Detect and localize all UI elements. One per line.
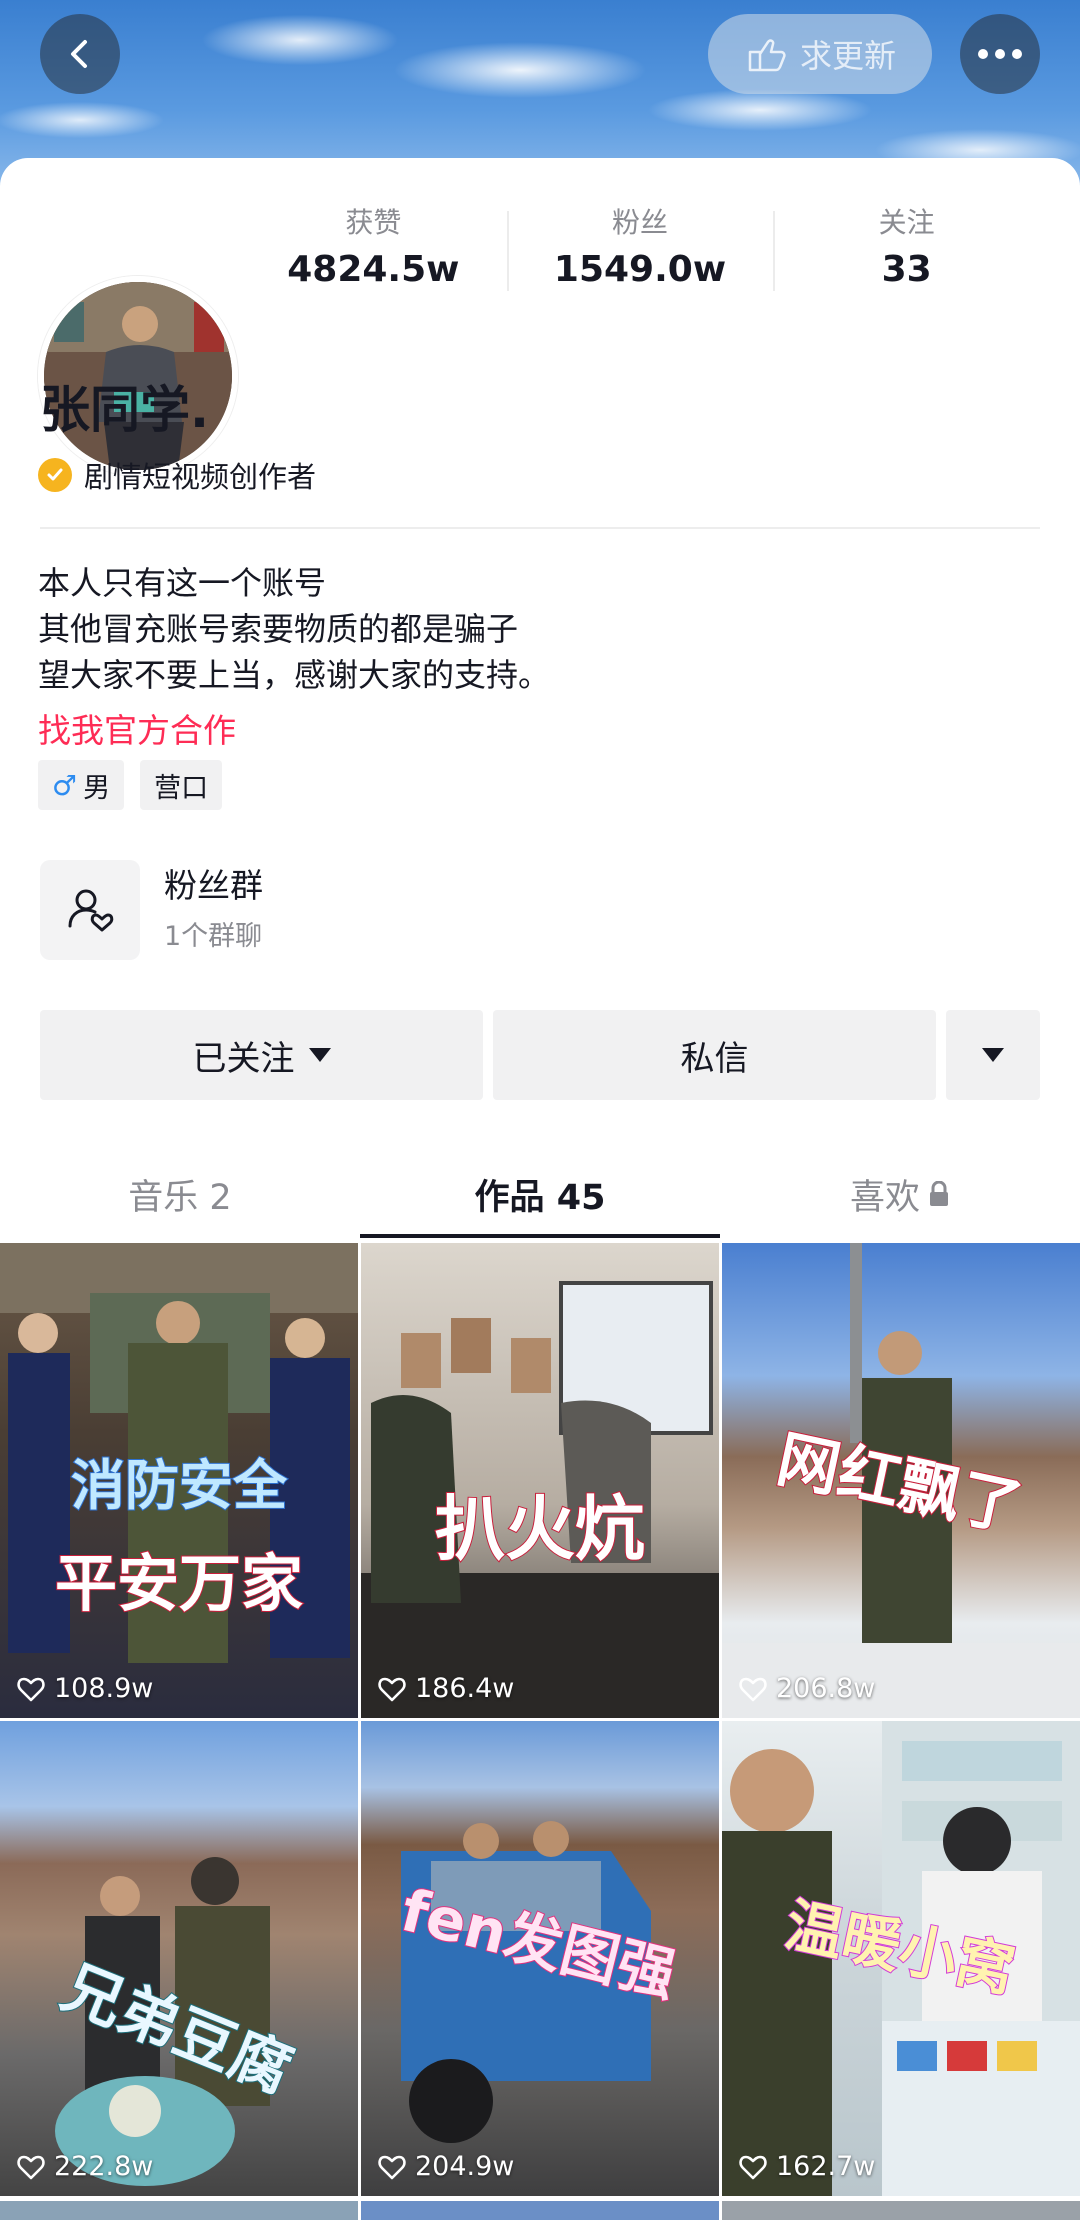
video-caption: 扒火炕 (434, 1487, 646, 1571)
location-tag: 营口 (140, 760, 223, 810)
verified-check-icon (38, 458, 72, 492)
tab-label: 喜欢 (849, 1177, 920, 1218)
official-cooperation-link[interactable]: 找我官方合作 (38, 704, 236, 752)
video-thumbnail[interactable]: 网红飘了 206.8w (722, 1243, 1080, 1718)
followed-button[interactable]: 已关注 (40, 1010, 483, 1100)
followed-label: 已关注 (192, 1038, 295, 1079)
bio-line: 本人只有这一个账号 (38, 564, 327, 602)
like-count-value: 162.7w (776, 2151, 876, 2182)
heart-icon (17, 1677, 45, 1701)
recommend-dropdown-button[interactable] (946, 1010, 1040, 1100)
pointing-hand-icon (748, 39, 786, 72)
fans-group-entry[interactable]: 粉丝群 1个群聊 (40, 860, 263, 960)
stat-value: 1549.0w (553, 249, 727, 290)
tab-label: 音乐 2 (128, 1177, 232, 1218)
stat-label: 关注 (878, 206, 935, 239)
divider (40, 527, 1040, 529)
fans-group-icon (40, 860, 140, 960)
stat-value: 33 (881, 249, 932, 290)
heart-icon (739, 1677, 767, 1701)
tab-works[interactable]: 作品 45 (360, 1150, 720, 1238)
like-count: 108.9w (16, 1673, 153, 1704)
video-thumbnail[interactable]: fen发图强 204.9w (361, 1721, 719, 2196)
action-bar: 已关注 私信 (40, 1010, 1040, 1100)
profile-name: 张同学. (40, 381, 209, 439)
fans-group-title: 粉丝群 (164, 866, 263, 905)
like-count-value: 204.9w (415, 2151, 515, 2182)
caret-down-icon (982, 1048, 1004, 1062)
caret-down-icon (308, 1048, 331, 1062)
message-button[interactable]: 私信 (493, 1010, 936, 1100)
message-label: 私信 (680, 1038, 749, 1079)
next-row-thumbnails (0, 2201, 1080, 2220)
video-thumbnail[interactable] (0, 2201, 358, 2220)
heart-icon (739, 2155, 767, 2179)
stat-label: 获赞 (345, 206, 402, 239)
tab-music[interactable]: 音乐 2 (0, 1150, 360, 1238)
like-count-value: 206.8w (776, 1673, 876, 1704)
like-count-value: 222.8w (54, 2151, 154, 2182)
gender-tag: ♂ 男 (38, 760, 125, 810)
like-count: 186.4w (377, 1673, 514, 1704)
stat-likes[interactable]: 获赞 4824.5w (240, 205, 507, 295)
tab-label: 作品 45 (474, 1177, 606, 1218)
stats-row: 获赞 4824.5w 粉丝 1549.0w 关注 33 (240, 205, 1040, 295)
stat-value: 4824.5w (287, 249, 460, 290)
chevron-left-icon (71, 40, 87, 68)
dot-icon (978, 49, 988, 59)
like-count: 206.8w (738, 1673, 875, 1704)
content-tabs: 音乐 2 作品 45 喜欢 (0, 1150, 1080, 1238)
stat-followers[interactable]: 粉丝 1549.0w (506, 205, 774, 295)
like-count-value: 186.4w (415, 1673, 515, 1704)
video-thumbnail[interactable] (722, 2201, 1080, 2220)
video-thumbnail[interactable]: 兄弟豆腐 222.8w (0, 1721, 358, 2196)
profile-tags: ♂ 男 营口 (38, 760, 223, 810)
dot-icon (1012, 49, 1022, 59)
video-caption: 平安万家 (54, 1546, 304, 1621)
profile-page: 求更新 获赞 4824.5w 粉丝 1549.0w 关注 33 张同学. 剧情短… (0, 0, 1080, 2220)
heart-icon (378, 1677, 406, 1701)
like-count-value: 108.9w (54, 1673, 154, 1704)
stat-following[interactable]: 关注 33 (773, 205, 1040, 295)
fans-group-subtitle: 1个群聊 (164, 921, 263, 952)
like-count: 222.8w (16, 2151, 153, 2182)
back-button[interactable] (40, 14, 120, 94)
male-icon: ♂ (52, 768, 78, 802)
heart-icon (378, 2155, 406, 2179)
bio: 本人只有这一个账号 其他冒充账号索要物质的都是骗子 望大家不要上当，感谢大家的支… (38, 560, 550, 698)
request-update-button[interactable]: 求更新 (708, 14, 932, 94)
bio-line: 其他冒充账号索要物质的都是骗子 (38, 610, 519, 648)
video-thumbnail[interactable]: 扒火炕 186.4w (361, 1243, 719, 1718)
bio-line: 望大家不要上当，感谢大家的支持。 (38, 656, 551, 694)
dot-icon (995, 49, 1005, 59)
verified-creator-badge: 剧情短视频创作者 (38, 454, 316, 496)
like-count: 204.9w (377, 2151, 514, 2182)
verified-label: 剧情短视频创作者 (84, 460, 317, 494)
request-update-label: 求更新 (799, 37, 896, 75)
tab-likes[interactable]: 喜欢 (720, 1150, 1080, 1238)
gender-label: 男 (83, 772, 111, 804)
video-thumbnail[interactable]: 消防安全 平安万家 108.9w (0, 1243, 358, 1718)
video-grid: 消防安全 平安万家 108.9w 扒火炕 186.4w 网红飘了 206.8w … (0, 1243, 1080, 2196)
lock-icon (930, 1181, 948, 1206)
video-thumbnail[interactable] (361, 2201, 719, 2220)
location-label: 营口 (154, 772, 209, 804)
heart-icon (17, 2155, 45, 2179)
stat-label: 粉丝 (612, 206, 669, 239)
like-count: 162.7w (738, 2151, 875, 2182)
video-thumbnail[interactable]: 温暖小窝 162.7w (722, 1721, 1080, 2196)
more-options-button[interactable] (960, 14, 1040, 94)
video-caption: 消防安全 (70, 1453, 288, 1518)
